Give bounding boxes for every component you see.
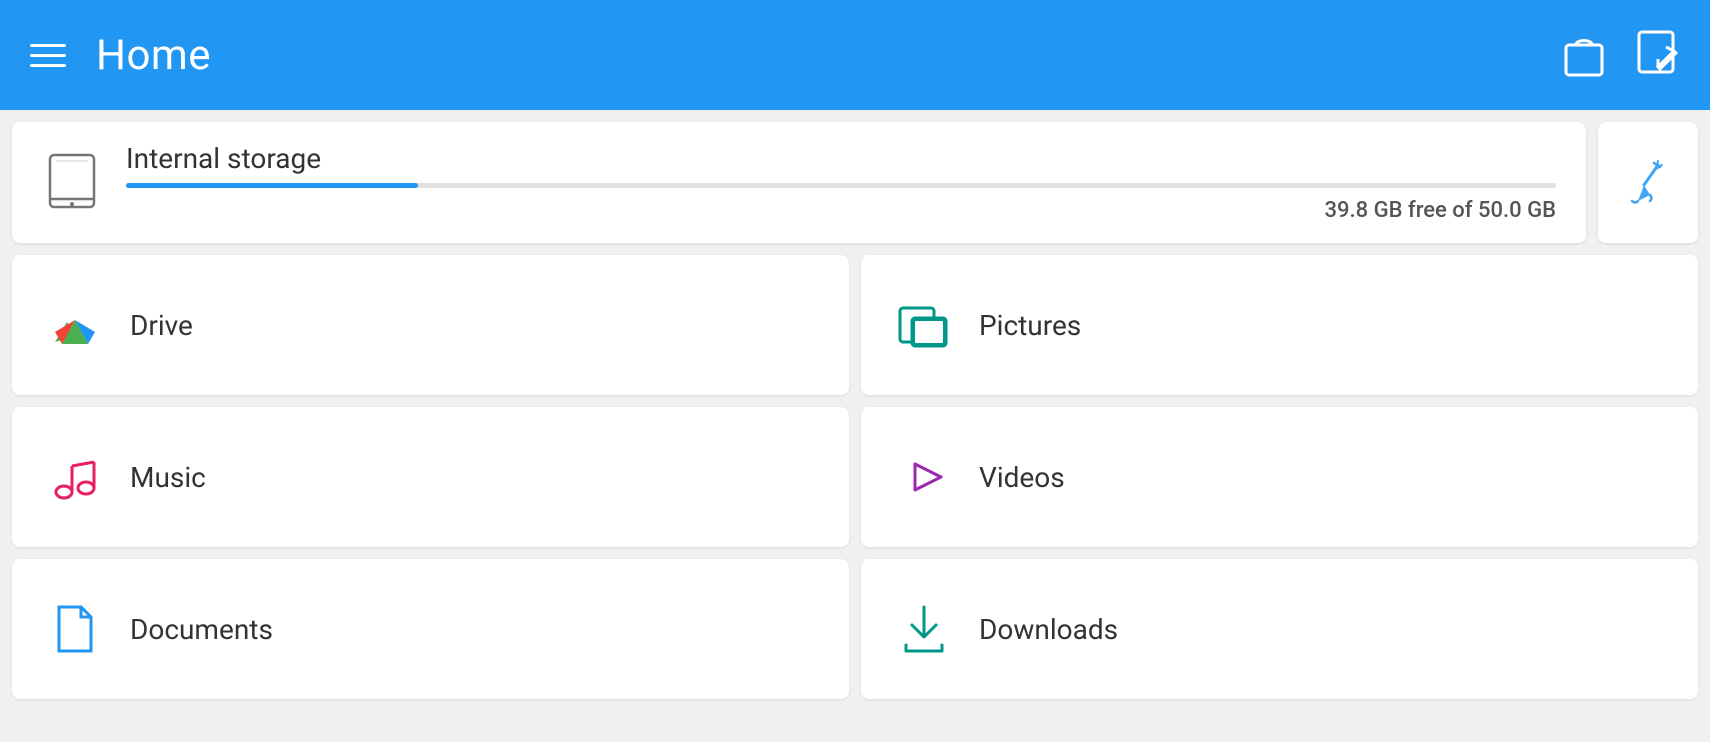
drive-item[interactable]: Drive [12,255,849,395]
downloads-item[interactable]: Downloads [861,559,1698,699]
folder-grid: Drive Pictures Music [0,243,1710,711]
menu-button[interactable] [30,44,66,67]
storage-bar-fill [126,183,418,188]
drive-icon [48,298,102,352]
drive-label: Drive [130,309,193,342]
videos-label: Videos [979,461,1065,494]
pictures-label: Pictures [979,309,1081,342]
music-icon [48,450,102,504]
music-label: Music [130,461,206,494]
documents-icon [48,602,102,656]
videos-item[interactable]: Videos [861,407,1698,547]
storage-card[interactable]: Internal storage 39.8 GB free of 50.0 GB [12,122,1586,243]
pictures-icon [897,298,951,352]
downloads-icon [897,602,951,656]
app-header: Home [0,0,1710,110]
storage-title: Internal storage [126,142,1556,175]
documents-label: Documents [130,613,273,646]
clean-button[interactable] [1598,122,1698,243]
page-title: Home [96,31,211,80]
documents-item[interactable]: Documents [12,559,849,699]
music-item[interactable]: Music [12,407,849,547]
storage-info: Internal storage 39.8 GB free of 50.0 GB [126,142,1556,223]
downloads-label: Downloads [979,613,1118,646]
videos-icon [897,450,951,504]
shopping-bag-icon[interactable] [1562,29,1606,81]
header-actions [1562,29,1680,81]
pictures-item[interactable]: Pictures [861,255,1698,395]
tablet-icon [42,151,102,215]
edit-icon[interactable] [1636,29,1680,81]
storage-free-text: 39.8 GB free of 50.0 GB [126,198,1556,223]
storage-section: Internal storage 39.8 GB free of 50.0 GB [0,110,1710,243]
storage-bar-background [126,183,1556,188]
